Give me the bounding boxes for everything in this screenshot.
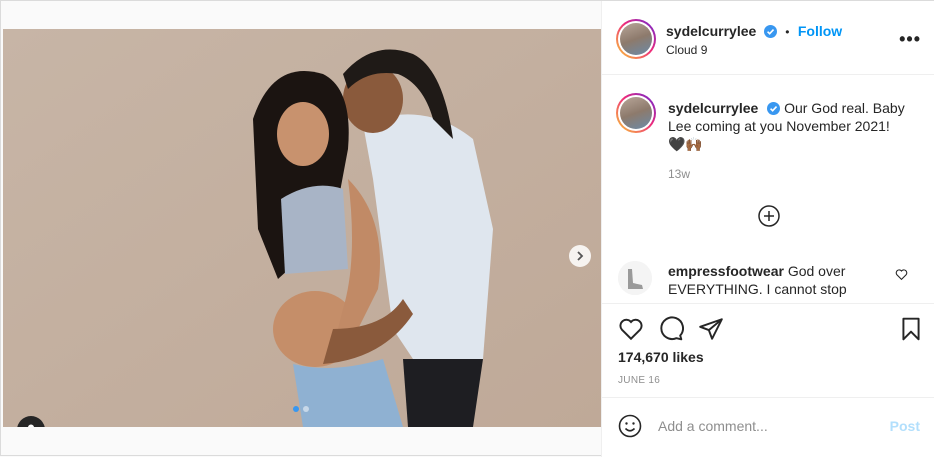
- post-comment-button[interactable]: Post: [890, 418, 920, 434]
- verified-badge-icon: [767, 102, 781, 115]
- chevron-right-icon: [577, 251, 584, 261]
- commenter-avatar[interactable]: [618, 261, 652, 295]
- follow-button[interactable]: Follow: [798, 23, 842, 39]
- comment-like-heart-icon[interactable]: [895, 268, 908, 281]
- author-avatar[interactable]: [616, 19, 656, 59]
- caption-age[interactable]: 13w: [668, 167, 690, 181]
- comment-text-block: empressfootwear God over EVERYTHING. I c…: [668, 262, 878, 298]
- user-tag-icon: [28, 424, 34, 427]
- carousel-dot: [303, 406, 309, 412]
- carousel-indicator: [293, 406, 309, 412]
- comment-username[interactable]: empressfootwear: [668, 263, 784, 279]
- comments-section: sydelcurrylee Our God real. Baby Lee com…: [602, 75, 934, 303]
- post-header: sydelcurrylee • Follow Cloud 9 •••: [602, 1, 934, 75]
- comment-icon[interactable]: [658, 316, 684, 342]
- caption-author-avatar[interactable]: [616, 93, 656, 133]
- post-side-panel: sydelcurrylee • Follow Cloud 9 ••• sydel…: [601, 1, 934, 457]
- next-photo-button[interactable]: [569, 245, 591, 267]
- post-date[interactable]: JUNE 16: [618, 375, 660, 386]
- likes-count[interactable]: 174,670 likes: [618, 349, 704, 365]
- separator-dot: •: [785, 25, 790, 39]
- more-options-icon[interactable]: •••: [899, 29, 921, 50]
- bookmark-icon[interactable]: [898, 316, 924, 342]
- post-location[interactable]: Cloud 9: [666, 43, 707, 57]
- add-comment-bar: Post: [602, 397, 934, 455]
- add-circle-icon[interactable]: [758, 205, 780, 227]
- post-photo[interactable]: [3, 29, 601, 427]
- verified-badge-icon: [763, 25, 777, 38]
- post-caption: sydelcurrylee Our God real. Baby Lee com…: [668, 99, 908, 153]
- heart-icon[interactable]: [618, 316, 644, 342]
- emoji-icon[interactable]: [618, 414, 642, 438]
- share-icon[interactable]: [698, 316, 724, 342]
- shoe-thumbnail: [618, 261, 652, 295]
- author-username[interactable]: sydelcurrylee: [666, 23, 756, 39]
- comment-input[interactable]: [658, 415, 878, 437]
- action-bar: 174,670 likes JUNE 16: [602, 303, 934, 397]
- caption-username[interactable]: sydelcurrylee: [668, 100, 758, 116]
- photo-illustration: [3, 29, 601, 427]
- carousel-dot-active: [293, 406, 299, 412]
- post-window: sydelcurrylee • Follow Cloud 9 ••• sydel…: [0, 0, 934, 457]
